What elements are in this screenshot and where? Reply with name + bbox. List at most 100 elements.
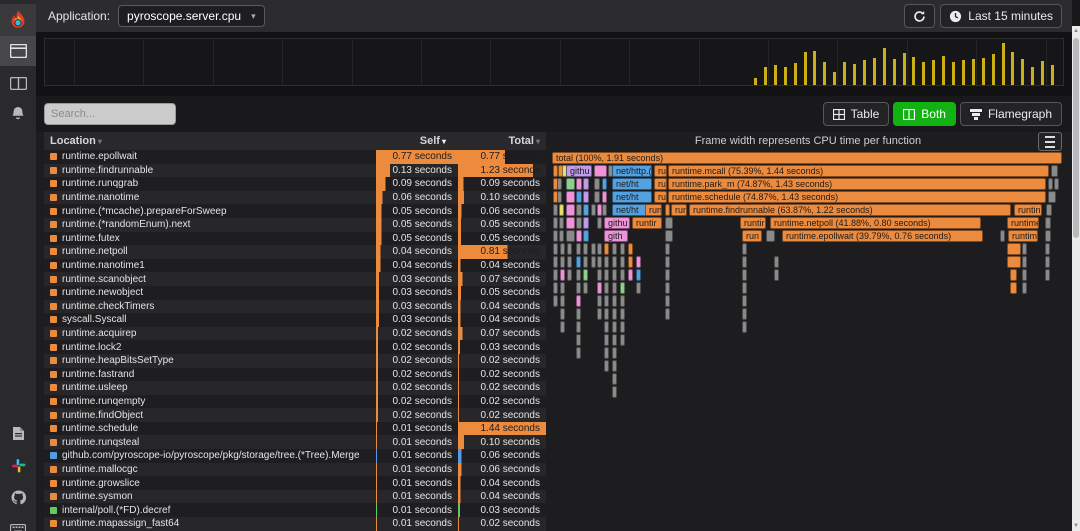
flame-frame[interactable]: [612, 295, 617, 307]
flame-frame[interactable]: [583, 243, 588, 255]
table-row[interactable]: runtime.findObject0.02 seconds0.02 secon…: [44, 408, 546, 422]
flame-frame[interactable]: [742, 269, 747, 281]
table-row[interactable]: runtime.checkTimers0.03 seconds0.04 seco…: [44, 300, 546, 314]
flame-frame[interactable]: [583, 269, 588, 281]
flame-frame[interactable]: [604, 321, 609, 333]
flame-frame[interactable]: runtime.schedule (74.87%, 1.43 seconds): [668, 191, 1046, 203]
flame-frame[interactable]: [583, 217, 589, 229]
flame-frame[interactable]: [559, 230, 564, 242]
slack-icon[interactable]: [0, 450, 36, 480]
flame-frame[interactable]: [1022, 269, 1027, 281]
flame-frame[interactable]: [576, 334, 581, 346]
flame-frame[interactable]: [665, 295, 670, 307]
flame-frame[interactable]: [612, 321, 617, 333]
flame-frame[interactable]: [560, 321, 565, 333]
flame-frame[interactable]: [604, 256, 609, 268]
flame-frame[interactable]: run: [742, 230, 762, 242]
flame-frame[interactable]: [612, 334, 617, 346]
flame-frame[interactable]: [620, 321, 625, 333]
flame-frame[interactable]: [604, 243, 609, 255]
flame-frame[interactable]: [604, 282, 609, 294]
flame-frame[interactable]: [560, 256, 565, 268]
flame-frame[interactable]: [620, 282, 625, 294]
flame-frame[interactable]: githu: [604, 217, 630, 229]
flame-frame[interactable]: [636, 269, 641, 281]
table-row[interactable]: runtime.scanobject0.03 seconds0.07 secon…: [44, 272, 546, 286]
flame-frame[interactable]: [1045, 269, 1050, 281]
flame-frame[interactable]: [1048, 178, 1053, 190]
flame-frame[interactable]: [620, 256, 625, 268]
flame-frame[interactable]: [1045, 256, 1050, 268]
flame-frame[interactable]: [559, 204, 564, 216]
flame-frame[interactable]: [583, 178, 589, 190]
flame-frame[interactable]: [567, 243, 572, 255]
table-row[interactable]: runtime.(*randomEnum).next0.05 seconds0.…: [44, 218, 546, 232]
table-row[interactable]: runtime.netpoll0.04 seconds0.81 seconds: [44, 245, 546, 259]
flame-frame[interactable]: [576, 347, 581, 359]
flame-frame[interactable]: runtime: [1007, 217, 1039, 229]
table-row[interactable]: runtime.mallocgc0.01 seconds0.06 seconds: [44, 463, 546, 477]
refresh-button[interactable]: [904, 4, 935, 28]
flame-frame[interactable]: [566, 217, 575, 229]
table-row[interactable]: runtime.lock20.02 seconds0.03 seconds: [44, 340, 546, 354]
column-header-total[interactable]: Total▾: [452, 135, 546, 147]
flame-frame[interactable]: [636, 256, 641, 268]
flame-frame[interactable]: [559, 217, 564, 229]
table-row[interactable]: runtime.epollwait0.77 seconds0.77 second…: [44, 150, 546, 164]
time-range-button[interactable]: Last 15 minutes: [940, 4, 1062, 28]
table-row[interactable]: runtime.runqsteal0.01 seconds0.10 second…: [44, 435, 546, 449]
flame-frame[interactable]: [597, 282, 602, 294]
table-row[interactable]: internal/poll.(*FD).decref0.01 seconds0.…: [44, 503, 546, 517]
flame-frame[interactable]: [742, 282, 747, 294]
docs-icon[interactable]: [0, 418, 36, 448]
flame-frame[interactable]: runtir: [632, 217, 662, 229]
flame-frame[interactable]: [594, 178, 600, 190]
flame-frame[interactable]: [620, 295, 625, 307]
flame-frame[interactable]: [612, 308, 617, 320]
flame-frame[interactable]: [576, 230, 582, 242]
scrollbar-thumb[interactable]: [1073, 38, 1079, 238]
flame-frame[interactable]: [597, 243, 602, 255]
flame-frame[interactable]: runtime.mcall (75.39%, 1.44 seconds): [668, 165, 1049, 177]
flame-frame[interactable]: [1048, 191, 1056, 203]
flame-frame[interactable]: githu: [566, 165, 592, 177]
table-row[interactable]: runtime.nanotime10.04 seconds0.04 second…: [44, 259, 546, 273]
flame-frame[interactable]: [591, 204, 596, 216]
flame-frame[interactable]: [774, 256, 779, 268]
flame-frame[interactable]: [604, 360, 609, 372]
flame-frame[interactable]: [742, 321, 747, 333]
table-row[interactable]: runtime.sysmon0.01 seconds0.04 seconds: [44, 490, 546, 504]
flame-frame[interactable]: total (100%, 1.91 seconds): [552, 152, 1062, 164]
flame-frame[interactable]: runtin: [1014, 204, 1042, 216]
flame-frame[interactable]: [566, 230, 575, 242]
table-row[interactable]: runtime.mapassign_fast640.01 seconds0.02…: [44, 517, 546, 531]
flame-frame[interactable]: [620, 269, 625, 281]
flame-frame[interactable]: [597, 269, 602, 281]
flame-frame[interactable]: [604, 347, 609, 359]
flame-frame[interactable]: [553, 282, 558, 294]
flame-frame[interactable]: [597, 308, 602, 320]
flame-frame[interactable]: [612, 243, 617, 255]
flamegraph-menu-button[interactable]: [1038, 132, 1062, 151]
flame-frame[interactable]: [597, 256, 602, 268]
flame-frame[interactable]: [576, 256, 581, 268]
page-scrollbar[interactable]: ▲ ▼: [1072, 26, 1080, 531]
flamegraph[interactable]: total (100%, 1.91 seconds)githunet/http.…: [552, 152, 1062, 529]
flame-frame[interactable]: [612, 347, 617, 359]
flame-frame[interactable]: [583, 282, 588, 294]
flame-frame[interactable]: [597, 295, 602, 307]
flame-frame[interactable]: [1000, 230, 1005, 242]
table-row[interactable]: github.com/pyroscope-io/pyroscope/pkg/st…: [44, 449, 546, 463]
flame-frame[interactable]: [742, 295, 747, 307]
table-row[interactable]: runtime.(*mcache).prepareForSweep0.05 se…: [44, 204, 546, 218]
view-button-table[interactable]: Table: [823, 102, 890, 126]
flame-frame[interactable]: [665, 282, 670, 294]
flame-frame[interactable]: runtir: [740, 217, 766, 229]
github-icon[interactable]: [0, 482, 36, 512]
flame-frame[interactable]: [597, 217, 602, 229]
flame-frame[interactable]: [665, 230, 673, 242]
flame-frame[interactable]: [665, 217, 673, 229]
scroll-down-icon[interactable]: ▼: [1072, 523, 1080, 529]
flame-frame[interactable]: runtim: [645, 204, 662, 216]
flame-frame[interactable]: [665, 269, 670, 281]
